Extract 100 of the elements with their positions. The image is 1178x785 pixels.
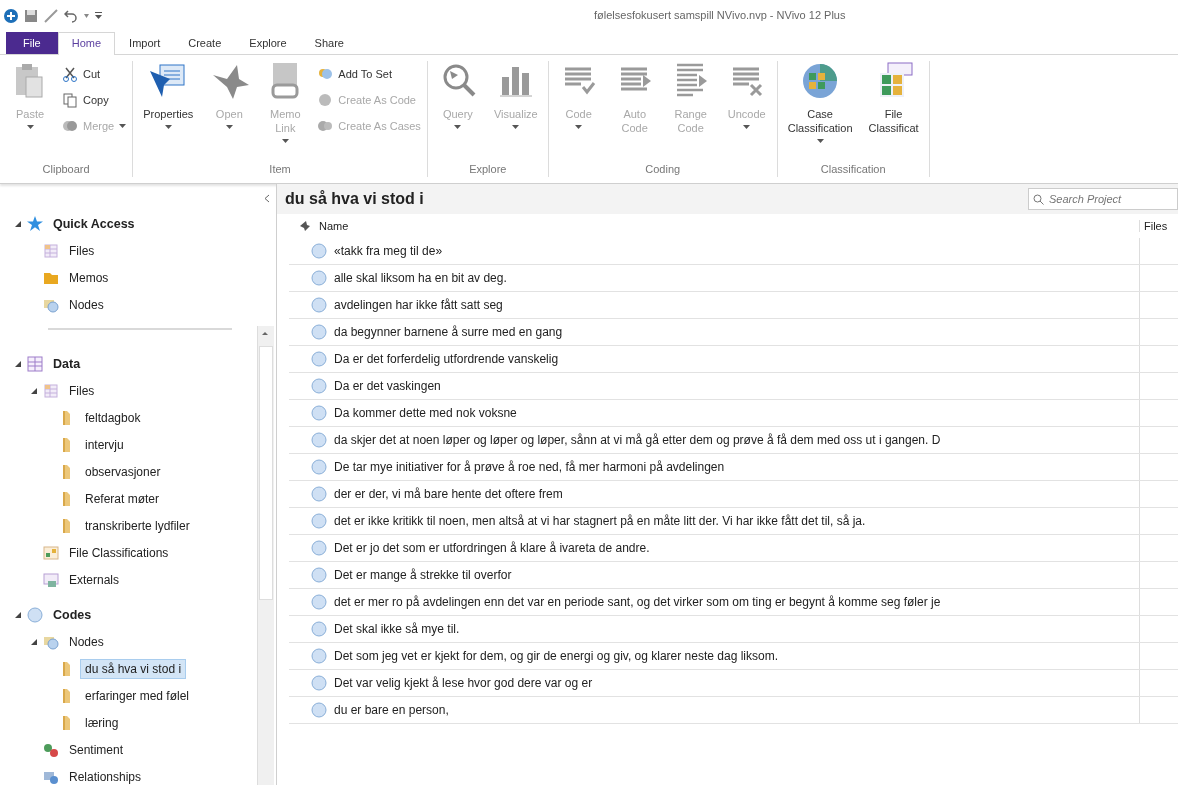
node-name[interactable]: det er ikke kritikk til noen, men altså at vi har stagnert på en måte litt der. Vi har ikke fått det til, så ja.	[334, 514, 866, 528]
node-icon	[311, 675, 327, 691]
node-name[interactable]: Da er det forferdelig utfordrende vanskelig	[334, 352, 559, 366]
tree-item[interactable]: Sentiment	[64, 739, 129, 760]
expanded-icon[interactable]	[30, 637, 38, 646]
tree-item[interactable]: Nodes	[64, 631, 109, 652]
ribbon-tab[interactable]: Explore	[235, 32, 301, 54]
ribbon-tab[interactable]: Import	[115, 32, 175, 54]
node-name[interactable]: De tar mye initiativer for å prøve å roe ned, få mer harmoni på avdelingen	[334, 460, 725, 474]
node-name[interactable]: «takk fra meg til de»	[334, 244, 443, 258]
node-name[interactable]: da begynner barnene å surre med en gang	[334, 325, 563, 339]
caret-icon	[575, 125, 583, 129]
dropdown-icon[interactable]	[84, 14, 89, 18]
node-name[interactable]: Da er det vaskingen	[334, 379, 441, 393]
search-field[interactable]: Search Project	[1028, 188, 1178, 210]
classification-icon	[43, 544, 59, 561]
group-label: Coding	[644, 163, 682, 177]
node-name[interactable]: Det var velig kjekt å lese hvor god dere var og er	[334, 676, 593, 690]
tree-item[interactable]: Quick Access	[48, 213, 140, 234]
node-icon	[311, 432, 327, 448]
tree-item[interactable]: Data	[48, 353, 86, 374]
ribbon-button[interactable]: Add To Set	[317, 63, 421, 85]
expanded-icon[interactable]	[30, 386, 38, 395]
node-icon	[311, 540, 327, 556]
tree-item[interactable]: Codes	[48, 604, 97, 625]
externals-icon	[43, 571, 59, 588]
tree-item[interactable]: læring	[80, 712, 124, 733]
tree-item[interactable]: transkriberte lydfiler	[80, 515, 195, 536]
ribbon-button[interactable]: File Classificat	[864, 61, 923, 163]
node-icon	[311, 702, 327, 718]
column-header[interactable]: Files	[1139, 220, 1178, 232]
create-code-icon	[317, 92, 334, 108]
node-name[interactable]: Det er jo det som er utfordringen å klare å ivareta de andre.	[334, 541, 650, 555]
node-name[interactable]: Det skal ikke så mye til.	[334, 622, 460, 636]
ribbon-button[interactable]: Copy	[62, 89, 127, 111]
node-icon	[311, 486, 327, 502]
node-name[interactable]: der er der, vi må bare hente det oftere frem	[334, 487, 563, 501]
node-icon	[311, 459, 327, 475]
star-icon	[27, 215, 43, 232]
caret-icon	[225, 125, 233, 129]
node-name[interactable]: Det som jeg vet er kjekt for dem, og gir de energi og giv, og klarer neste dag liksom.	[334, 649, 778, 663]
expanded-icon[interactable]	[14, 610, 22, 619]
grid-icon	[27, 355, 43, 372]
undo-icon[interactable]	[64, 9, 78, 23]
group-label: Classification	[819, 163, 887, 177]
collapse-icon[interactable]	[264, 194, 270, 203]
circle-icon	[27, 606, 43, 623]
create-cases-icon	[317, 118, 334, 134]
expanded-icon[interactable]	[14, 219, 22, 228]
node-name[interactable]: Det er mange å strekke til overfor	[334, 568, 512, 582]
group-label: Item	[268, 163, 292, 177]
ribbon-button[interactable]: Properties	[139, 61, 198, 163]
pin-icon[interactable]	[299, 220, 311, 232]
copy-icon	[62, 92, 78, 108]
tree-item[interactable]: Relationships	[64, 766, 147, 785]
node-name[interactable]: alle skal liksom ha en bit av deg.	[334, 271, 507, 285]
tree-item[interactable]: Files	[64, 240, 100, 261]
node-name[interactable]: det er mer ro på avdelingen enn det var en periode sant, og det virker som om ting er begynt å komme seg føler je	[334, 595, 941, 609]
file-menu-tab[interactable]: File	[6, 32, 58, 54]
ribbon-tab[interactable]: Share	[300, 32, 358, 54]
node-icon	[311, 594, 327, 610]
node-name[interactable]: da skjer det at noen løper og løper og løper, sånn at vi må gå etter dem og prøve å få dem med oss ut i gangen. D	[334, 433, 941, 447]
tree-item[interactable]: Files	[64, 380, 100, 401]
node-icon	[311, 648, 327, 664]
node-icon	[311, 297, 327, 313]
node-name[interactable]: du er bare en person,	[334, 703, 449, 717]
node-icon	[311, 513, 327, 529]
window-title: følelsesfokusert samspill NVivo.nvp - NVivo 12 Plus	[594, 9, 846, 21]
ribbon-button[interactable]: Cut	[62, 63, 127, 85]
tree-item[interactable]: Nodes	[64, 294, 109, 315]
tree-item[interactable]: observasjoner	[80, 461, 166, 482]
tree-item[interactable]: Referat møter	[80, 488, 164, 509]
caret-icon	[119, 124, 127, 128]
caret-icon	[454, 125, 462, 129]
node-name[interactable]: Da kommer dette med nok voksne	[334, 406, 517, 420]
scrollbar[interactable]	[257, 326, 274, 785]
tree-item[interactable]: du så hva vi stod i	[80, 658, 187, 679]
group-label: Clipboard	[41, 163, 91, 177]
node-icon	[311, 567, 327, 583]
node-icon	[311, 405, 327, 421]
tree-item[interactable]: Externals	[64, 569, 125, 590]
tree-item[interactable]: File Classifications	[64, 542, 174, 563]
tree-item[interactable]: Memos	[64, 267, 114, 288]
node-icon	[311, 243, 327, 259]
caret-icon	[164, 125, 172, 129]
files-icon	[43, 382, 59, 399]
ribbon-tab[interactable]: Home	[57, 32, 116, 55]
caret-icon	[512, 125, 520, 129]
ribbon-tab[interactable]: Create	[174, 32, 236, 54]
node-name[interactable]: avdelingen har ikke fått satt seg	[334, 298, 503, 312]
save-icon[interactable]	[24, 9, 38, 23]
column-header[interactable]: Name	[319, 220, 349, 232]
tree-item[interactable]: erfaringer med følel	[80, 685, 195, 706]
pencil-icon[interactable]	[44, 9, 58, 23]
expanded-icon[interactable]	[14, 359, 22, 368]
tree-item[interactable]: feltdagbok	[80, 407, 146, 428]
caret-icon	[743, 125, 751, 129]
ribbon-button[interactable]: Case Classification	[783, 61, 857, 163]
customize-icon[interactable]	[95, 12, 102, 20]
tree-item[interactable]: intervju	[80, 434, 129, 455]
